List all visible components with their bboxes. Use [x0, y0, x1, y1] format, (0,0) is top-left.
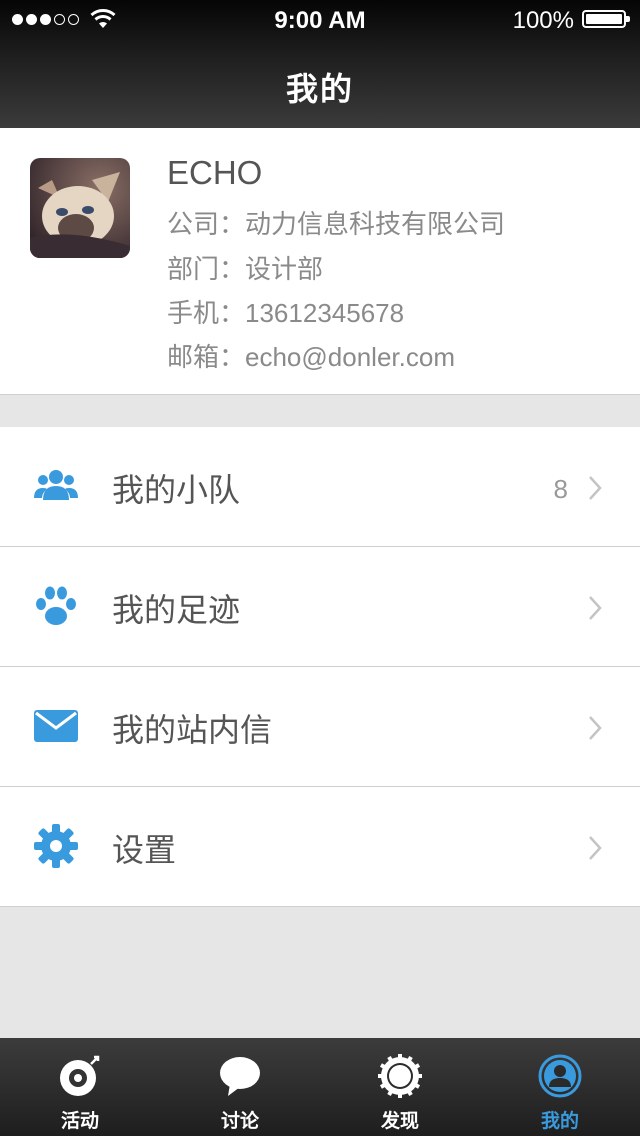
menu-item-settings[interactable]: 设置: [0, 787, 640, 906]
phone-value: 13612345678: [245, 298, 405, 328]
phone-label: 手机：: [167, 298, 246, 328]
discover-icon: [378, 1054, 422, 1098]
chevron-right-icon: [589, 836, 602, 860]
status-bar: 9:00 AM 100%: [0, 0, 640, 40]
tab-mine[interactable]: 我的: [480, 1038, 640, 1136]
tab-discover[interactable]: 发现: [320, 1038, 480, 1136]
profile-email: 邮箱：echo@donler.com: [167, 337, 455, 374]
gear-icon: [34, 824, 78, 868]
menu-label: 我的足迹: [112, 592, 241, 628]
mail-icon: [34, 710, 78, 742]
tab-label: 活动: [60, 1111, 99, 1132]
team-icon: [34, 470, 78, 500]
app-screen: 9:00 AM 100% 我的 ECHO 公司：动力信息科技有限公司 部门：设计…: [0, 0, 640, 1136]
top-bar: 9:00 AM 100% 我的: [0, 0, 640, 128]
company-value: 动力信息科技有限公司: [245, 209, 506, 239]
email-label: 邮箱：: [167, 342, 246, 372]
chevron-right-icon: [589, 476, 602, 500]
user-icon: [538, 1054, 582, 1098]
team-count-badge: 8: [553, 474, 568, 504]
profile-phone: 手机：13612345678: [167, 293, 404, 330]
dept-label: 部门：: [167, 254, 246, 284]
tab-label: 讨论: [220, 1111, 259, 1132]
chevron-right-icon: [589, 596, 602, 620]
tab-discussion[interactable]: 讨论: [160, 1038, 320, 1136]
profile-card[interactable]: ECHO 公司：动力信息科技有限公司 部门：设计部 手机：13612345678…: [0, 128, 640, 395]
menu-item-my-messages[interactable]: 我的站内信: [0, 667, 640, 787]
tab-label: 发现: [380, 1111, 419, 1132]
chevron-right-icon: [589, 716, 602, 740]
menu-label: 我的小队: [112, 472, 241, 508]
menu-list: 我的小队 8 我的足迹 我的站内信 设置: [0, 427, 640, 907]
battery-percent: 100%: [512, 7, 574, 34]
menu-label: 我的站内信: [112, 712, 273, 748]
menu-label: 设置: [112, 832, 177, 868]
dept-value: 设计部: [245, 254, 324, 284]
menu-item-my-team[interactable]: 我的小队 8: [0, 427, 640, 547]
avatar[interactable]: [30, 158, 130, 258]
menu-item-my-footprint[interactable]: 我的足迹: [0, 547, 640, 667]
page-title: 我的: [285, 71, 354, 107]
profile-company: 公司：动力信息科技有限公司: [167, 204, 505, 241]
company-label: 公司：: [167, 209, 246, 239]
profile-department: 部门：设计部: [167, 249, 323, 286]
tab-activity[interactable]: 活动: [0, 1038, 160, 1136]
battery-icon: [582, 10, 630, 28]
profile-name: ECHO: [167, 154, 263, 191]
tab-bar: 活动 讨论 发现 我的: [0, 1038, 640, 1136]
email-value: echo@donler.com: [245, 342, 455, 372]
paw-icon: [36, 586, 76, 625]
tab-label: 我的: [540, 1111, 579, 1132]
chat-icon: [220, 1057, 260, 1096]
activity-icon: [60, 1055, 100, 1096]
